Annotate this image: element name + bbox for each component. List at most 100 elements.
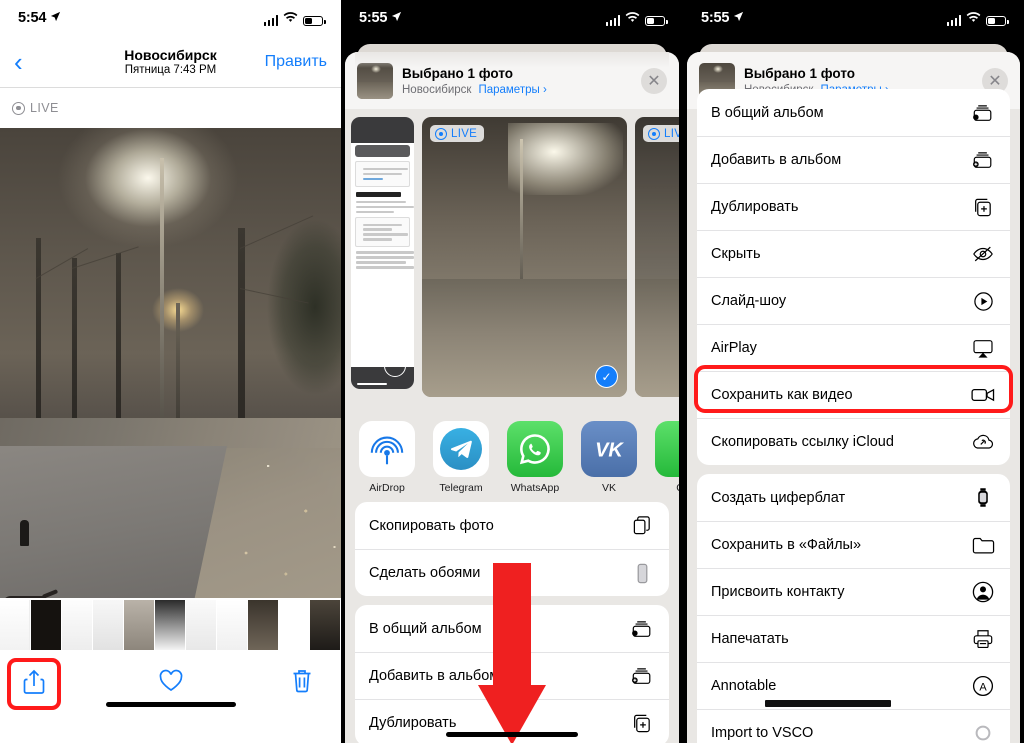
status-time-group: 5:55 xyxy=(359,10,402,26)
airplay-icon xyxy=(970,335,996,361)
status-time-group: 5:55 xyxy=(701,10,744,26)
close-icon[interactable]: ✕ xyxy=(641,68,667,94)
status-indicators xyxy=(263,10,326,26)
thumbnail[interactable] xyxy=(62,600,92,650)
action-label: Скопировать ссылку iCloud xyxy=(711,434,894,450)
mini-note-box xyxy=(355,161,410,187)
action-row-save-as-video[interactable]: Сохранить как видео xyxy=(697,371,1010,418)
share-app-label: AirDrop xyxy=(369,482,405,494)
picker-selected-check[interactable]: ✓ xyxy=(595,365,618,388)
duplicate-icon xyxy=(970,194,996,220)
action-row-import-vsco[interactable]: Import to VSCO xyxy=(697,709,1010,743)
whatsapp-icon xyxy=(507,421,563,477)
action-row-print[interactable]: Напечатать xyxy=(697,615,1010,662)
action-label: Создать циферблат xyxy=(711,489,846,506)
svg-text:VK: VK xyxy=(595,439,624,461)
thumbnail[interactable] xyxy=(31,600,61,650)
picker-item-next-photo[interactable]: LIVE xyxy=(635,117,679,397)
share-sheet-header: Выбрано 1 фото Новосибирск Параметры › ✕ xyxy=(345,52,679,109)
action-row-hide[interactable]: Скрыть xyxy=(697,230,1010,277)
delete-button[interactable] xyxy=(291,668,313,698)
play-circle-icon xyxy=(970,288,996,314)
duplicate-icon xyxy=(629,710,655,736)
favorite-button[interactable] xyxy=(0,669,341,698)
home-indicator xyxy=(105,702,236,707)
vk-icon: VK xyxy=(581,421,637,477)
action-label: Слайд-шоу xyxy=(711,293,787,309)
live-badge-label: LIVE xyxy=(664,127,679,140)
live-label: LIVE xyxy=(30,101,59,115)
action-label: Присвоить контакту xyxy=(711,584,845,600)
share-sheet: Выбрано 1 фото Новосибирск Параметры › ✕… xyxy=(687,52,1020,743)
action-group-main: В общий альбом Добавить в альбом Дублиро… xyxy=(697,89,1010,465)
share-app-whatsapp[interactable]: WhatsApp xyxy=(507,421,563,494)
chevron-left-icon[interactable]: ‹ xyxy=(14,49,40,75)
action-row-duplicate[interactable]: Дублировать xyxy=(697,183,1010,230)
redaction-bar xyxy=(765,700,891,707)
thumbnail[interactable] xyxy=(155,600,185,650)
video-camera-icon xyxy=(970,382,996,408)
action-label: В общий альбом xyxy=(711,104,824,121)
share-app-telegram[interactable]: Telegram xyxy=(433,421,489,494)
live-photo-icon xyxy=(648,127,660,140)
main-photo[interactable] xyxy=(0,128,341,598)
action-row-copy-photo[interactable]: Скопировать фото xyxy=(355,502,669,549)
sheet-options-link[interactable]: Параметры › xyxy=(478,84,546,96)
action-label: Скрыть xyxy=(711,246,761,262)
cellular-signal-icon xyxy=(263,15,278,26)
thumbnail[interactable] xyxy=(124,600,154,650)
thumbnail[interactable] xyxy=(248,600,278,650)
photo-navbar: ‹ Новосибирск Пятница 7:43 PM Править xyxy=(0,36,341,88)
action-row-slideshow[interactable]: Слайд-шоу xyxy=(697,277,1010,324)
thumbnail[interactable] xyxy=(217,600,247,650)
live-indicator[interactable]: LIVE xyxy=(0,88,341,128)
shared-album-icon xyxy=(970,100,996,126)
picker-select-circle[interactable] xyxy=(384,355,406,377)
status-indicators xyxy=(946,10,1009,26)
red-down-arrow-annotation xyxy=(478,563,546,743)
annotable-icon: A xyxy=(970,673,996,699)
thumbnail[interactable] xyxy=(0,600,30,650)
action-row-copy-icloud-link[interactable]: Скопировать ссылку iCloud xyxy=(697,418,1010,465)
share-apps-row[interactable]: AirDrop Telegram WhatsApp VK VK xyxy=(345,407,679,502)
picker-lamp-glow xyxy=(508,122,623,196)
action-label: Дублировать xyxy=(711,199,799,215)
status-time: 5:54 xyxy=(18,10,47,26)
picker-item-selected-photo[interactable]: LIVE ✓ xyxy=(422,117,627,397)
picker-item-screenshot[interactable] xyxy=(351,117,414,389)
mini-heading xyxy=(356,191,402,197)
share-app-vk[interactable]: VK VK xyxy=(581,421,637,494)
photo-picker-row[interactable]: LIVE ✓ LIVE xyxy=(345,109,679,407)
action-row-airplay[interactable]: AirPlay xyxy=(697,324,1010,371)
thumbnail[interactable] xyxy=(310,600,340,650)
thumbnail[interactable] xyxy=(93,600,123,650)
share-app-airdrop[interactable]: AirDrop xyxy=(359,421,415,494)
action-row-shared-album[interactable]: В общий альбом xyxy=(697,89,1010,136)
share-app-label: Co xyxy=(655,482,679,494)
thumbnail[interactable] xyxy=(186,600,216,650)
printer-icon xyxy=(970,626,996,652)
action-row-assign-contact[interactable]: Присвоить контакту xyxy=(697,568,1010,615)
share-actions-list: В общий альбом Добавить в альбом Дублиро… xyxy=(687,89,1020,743)
edit-button[interactable]: Править xyxy=(265,53,327,71)
photo-thumbnail-strip[interactable] xyxy=(0,598,341,652)
sheet-photo-thumbnail xyxy=(357,63,393,99)
sheet-subtitle-row: Новосибирск Параметры › xyxy=(402,84,632,96)
shared-album-icon xyxy=(629,616,655,642)
action-row-save-to-files[interactable]: Сохранить в «Файлы» xyxy=(697,521,1010,568)
thumbnail[interactable] xyxy=(279,600,309,650)
location-arrow-icon xyxy=(50,11,61,25)
add-to-album-icon xyxy=(629,663,655,689)
svg-text:A: A xyxy=(979,681,987,693)
wifi-icon xyxy=(966,10,981,26)
action-row-create-watch-face[interactable]: Создать циферблат xyxy=(697,474,1010,521)
vsco-icon xyxy=(970,720,996,743)
location-arrow-icon xyxy=(391,11,402,25)
action-row-add-to-album[interactable]: Добавить в альбом xyxy=(697,136,1010,183)
mini-code-box xyxy=(355,216,410,248)
watch-face-icon xyxy=(970,485,996,511)
copy-app-icon xyxy=(655,421,679,477)
sheet-header-text: Выбрано 1 фото Новосибирск Параметры › xyxy=(402,66,632,96)
status-indicators xyxy=(605,10,668,26)
share-app-partial[interactable]: Co xyxy=(655,421,679,494)
